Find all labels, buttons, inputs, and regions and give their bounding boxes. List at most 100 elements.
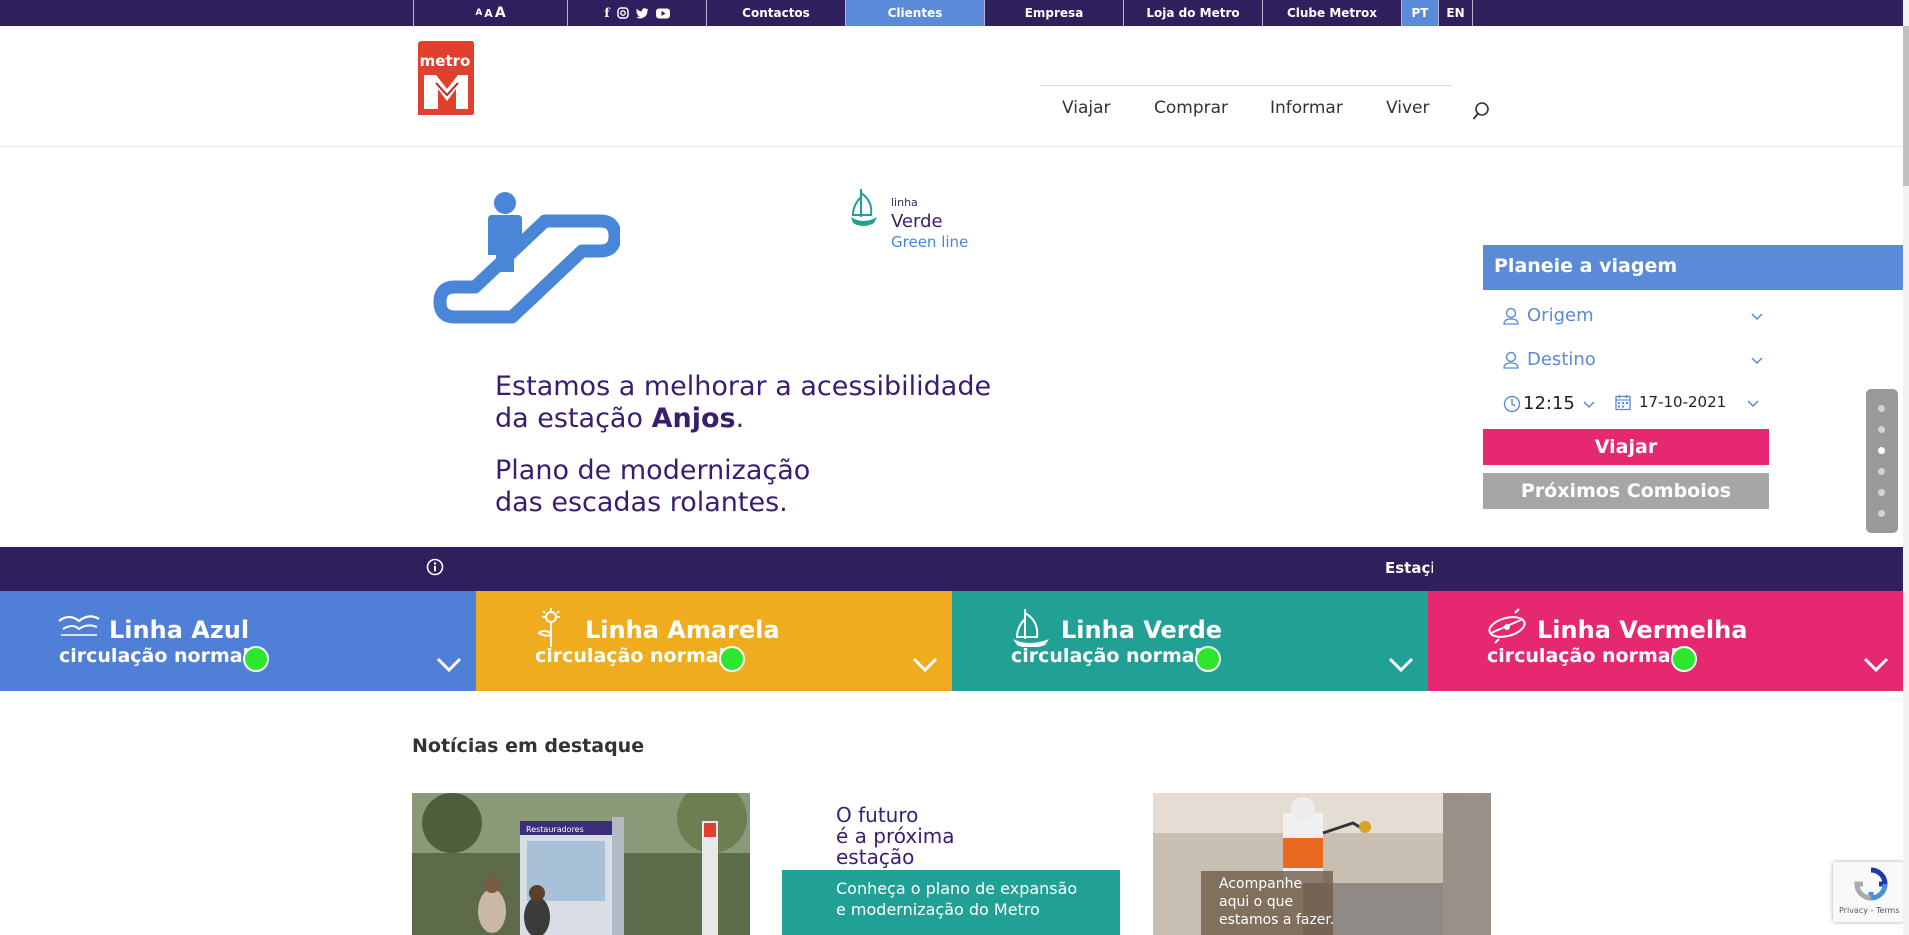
hero-subline-2: das escadas rolantes. [495, 487, 788, 518]
origin-select[interactable]: Origem [1503, 305, 1594, 326]
topbar-link-loja-do-metro[interactable]: Loja do Metro [1123, 0, 1262, 26]
font-size-medium[interactable]: A [484, 7, 493, 20]
date-value: 17-10-2021 [1639, 393, 1727, 411]
twitter-icon[interactable] [635, 7, 649, 19]
chevron-down-icon[interactable] [912, 655, 938, 675]
slider-dot-3[interactable] [1878, 447, 1885, 454]
destination-chevron-down-icon[interactable] [1751, 357, 1763, 365]
hero-subline-1: Plano de modernização [495, 455, 811, 486]
date-select[interactable]: 17-10-2021 [1615, 393, 1726, 411]
nav-viver[interactable]: Viver [1386, 98, 1430, 118]
status-indicator-verde [1195, 646, 1221, 672]
planner-title: Planeie a viagem [1483, 245, 1903, 290]
origin-label: Origem [1527, 305, 1594, 326]
news-card-3-caption-box: Acompanhe aqui o que estamos a fazer. [1201, 871, 1335, 935]
chevron-down-icon[interactable] [1388, 655, 1414, 675]
news-card-1[interactable]: Restauradores [412, 793, 750, 935]
slider-dot-5[interactable] [1878, 489, 1885, 496]
line-name-vermelha: Linha Vermelha [1537, 616, 1748, 644]
news-card-2[interactable]: O futuro é a próxima estação Conheça o p… [782, 793, 1120, 935]
hero-badge-small: linha [891, 196, 918, 209]
time-select[interactable]: 12:15 [1503, 393, 1575, 414]
slider-dot-2[interactable] [1878, 426, 1885, 433]
line-card-amarela[interactable]: Linha Amarela circulação normal [476, 591, 952, 691]
info-ticker-bar: Estaçi [0, 547, 1909, 591]
status-indicator-amarela [719, 646, 745, 672]
hero-headline-2-prefix: da estação [495, 403, 652, 434]
clock-icon [1503, 395, 1521, 412]
status-indicator-vermelha [1671, 646, 1697, 672]
news-card-2-banner: Conheça o plano de expansão e modernizaç… [782, 870, 1120, 935]
language-pt[interactable]: PT [1401, 0, 1438, 26]
instagram-icon[interactable] [616, 7, 629, 19]
hero-badge-line: Verde [891, 211, 943, 232]
line-status-vermelha: circulação normal [1487, 645, 1678, 667]
line-name-azul: Linha Azul [109, 616, 250, 644]
news-card-1-sign: Restauradores [526, 825, 584, 834]
travel-button[interactable]: Viajar [1483, 429, 1769, 465]
news-card-2-headline-3: estação [836, 845, 915, 869]
line-status-azul: circulação normal [59, 645, 250, 667]
nav-comprar[interactable]: Comprar [1154, 98, 1228, 118]
recaptcha-badge[interactable]: Privacy - Terms [1833, 862, 1909, 922]
line-status-verde: circulação normal [1011, 645, 1202, 667]
news-photo-station-map: Restauradores [412, 793, 750, 935]
chevron-down-icon[interactable] [436, 655, 462, 675]
caravel-icon [1013, 609, 1049, 647]
destination-select[interactable]: Destino [1503, 349, 1596, 370]
recaptcha-terms[interactable]: Privacy - Terms [1839, 906, 1900, 915]
metro-logo-mark: metro [418, 41, 474, 115]
slider-dot-4[interactable] [1878, 468, 1885, 475]
news-card-2-headline-1: O futuro [836, 803, 919, 827]
font-size-controls[interactable]: A A A [413, 0, 567, 26]
slider-dot-1[interactable] [1878, 405, 1885, 412]
topbar-link-clube-metrox[interactable]: Clube Metrox [1262, 0, 1401, 26]
news-card-3[interactable]: Acompanhe aqui o que estamos a fazer. [1153, 793, 1491, 935]
page-scrollbar-thumb[interactable] [1903, 26, 1909, 186]
top-utility-bar: A A A f Contactos Clientes Empresa Loja … [0, 0, 1909, 26]
hero-headline-2: da estação Anjos. [495, 403, 744, 435]
nav-divider [1040, 85, 1452, 86]
slider-dot-6[interactable] [1878, 510, 1885, 517]
trip-planner: Planeie a viagem Origem Destino 12:15 17… [1483, 245, 1903, 515]
location-pin-icon [1503, 351, 1519, 369]
recaptcha-icon [1854, 867, 1888, 901]
topbar-link-contactos[interactable]: Contactos [706, 0, 845, 26]
hero-station-name: Anjos [651, 403, 736, 434]
logo-text: metro [420, 52, 471, 70]
info-icon[interactable] [426, 558, 444, 576]
news-card-3-caption-1: Acompanhe [1219, 876, 1303, 892]
topbar-link-clientes[interactable]: Clientes [845, 0, 984, 26]
news-section-title: Notícias em destaque [412, 735, 645, 757]
status-indicator-azul [243, 646, 269, 672]
nav-informar[interactable]: Informar [1270, 98, 1343, 118]
date-chevron-down-icon[interactable] [1747, 400, 1759, 408]
time-value: 12:15 [1523, 393, 1575, 414]
topbar-link-empresa[interactable]: Empresa [984, 0, 1123, 26]
metro-logo[interactable]: metro [414, 39, 476, 117]
font-size-large[interactable]: A [495, 5, 506, 21]
news-card-2-headline-2: é a próxima [836, 824, 955, 848]
nav-viajar[interactable]: Viajar [1062, 98, 1111, 118]
news-card-3-caption-2: aqui o que [1219, 894, 1294, 910]
youtube-icon[interactable] [655, 8, 670, 19]
news-card-3-caption-3: estamos a fazer. [1219, 912, 1335, 928]
escalator-icon [433, 192, 620, 324]
language-en[interactable]: EN [1438, 0, 1473, 26]
font-size-small[interactable]: A [475, 8, 482, 18]
line-status-amarela: circulação normal [535, 645, 726, 667]
line-card-verde[interactable]: Linha Verde circulação normal [952, 591, 1428, 691]
time-chevron-down-icon[interactable] [1583, 401, 1595, 409]
line-card-azul[interactable]: Linha Azul circulação normal [0, 591, 476, 691]
sunflower-icon [537, 608, 560, 647]
calendar-icon [1615, 394, 1631, 410]
hero-badge-line-en: Green line [891, 233, 969, 251]
seagull-icon [58, 615, 100, 636]
line-name-verde: Linha Verde [1061, 616, 1223, 644]
facebook-icon[interactable]: f [604, 6, 609, 20]
origin-chevron-down-icon[interactable] [1751, 313, 1763, 321]
next-trains-button[interactable]: Próximos Comboios [1483, 473, 1769, 509]
chevron-down-icon[interactable] [1863, 655, 1889, 675]
search-icon[interactable] [1472, 101, 1490, 121]
line-card-vermelha[interactable]: Linha Vermelha circulação normal [1428, 591, 1903, 691]
